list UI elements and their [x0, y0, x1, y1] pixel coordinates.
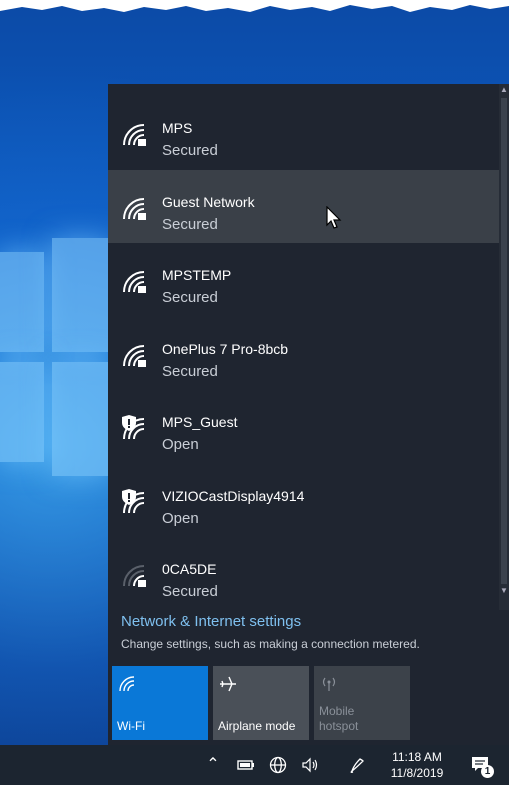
- wifi-secured-icon: [123, 345, 146, 367]
- quick-actions: Wi-Fi Airplane mode Mobile hotspot: [112, 666, 509, 740]
- wifi-label: Wi-Fi: [117, 719, 145, 733]
- network-status: Secured: [162, 142, 218, 159]
- network-name: VIZIOCastDisplay4914: [162, 488, 305, 504]
- wifi-weak-secured-icon: [123, 565, 146, 587]
- show-hidden-icons-icon[interactable]: ⌃: [203, 755, 223, 775]
- wifi-toggle-button[interactable]: Wi-Fi: [112, 666, 208, 740]
- mouse-cursor-icon: [326, 206, 342, 229]
- network-item[interactable]: Guest Network Secured: [108, 170, 499, 243]
- network-settings-description: Change settings, such as making a connec…: [121, 637, 420, 651]
- taskbar: ⌃ 11:18 AM 11/8/2019 1: [0, 745, 509, 785]
- network-item[interactable]: OnePlus 7 Pro-8bcb Secured: [108, 317, 499, 390]
- mobile-hotspot-label: Mobile hotspot: [319, 704, 359, 733]
- wifi-secured-icon: [123, 198, 146, 220]
- wifi-open-shield-icon: [122, 489, 145, 514]
- network-item[interactable]: MPS_Guest Open: [108, 390, 499, 463]
- network-name: OnePlus 7 Pro-8bcb: [162, 341, 289, 357]
- battery-icon[interactable]: [236, 755, 256, 775]
- mobile-hotspot-button[interactable]: Mobile hotspot: [314, 666, 410, 740]
- network-name: 0CA5DE: [162, 561, 217, 577]
- network-item[interactable]: 0CA5DE Secured: [108, 537, 499, 610]
- scrollbar[interactable]: ▲ ▼: [499, 84, 509, 610]
- scroll-down-icon[interactable]: ▼: [500, 587, 508, 595]
- scroll-up-icon[interactable]: ▲: [500, 86, 508, 94]
- wifi-icon: [119, 676, 135, 692]
- network-name: MPSTEMP: [162, 267, 232, 283]
- network-item[interactable]: VIZIOCastDisplay4914 Open: [108, 464, 499, 537]
- airplane-mode-button[interactable]: Airplane mode: [213, 666, 309, 740]
- network-status: Secured: [162, 583, 218, 600]
- network-name: MPS: [162, 120, 193, 136]
- wifi-secured-icon: [123, 271, 146, 293]
- network-item[interactable]: MPSTEMP Secured: [108, 243, 499, 316]
- pen-icon[interactable]: [348, 755, 368, 775]
- network-status: Open: [162, 436, 199, 453]
- volume-icon[interactable]: [300, 755, 320, 775]
- torn-edge: [0, 0, 509, 12]
- clock-time: 11:18 AM: [392, 750, 442, 764]
- network-name: Guest Network: [162, 194, 255, 210]
- network-flyout: MPS Secured Guest Network Secured MPSTEM…: [108, 84, 509, 745]
- network-list: MPS Secured Guest Network Secured MPSTEM…: [108, 84, 499, 610]
- network-item[interactable]: MPS Secured: [108, 96, 499, 169]
- globe-icon[interactable]: [268, 755, 288, 775]
- wifi-open-shield-icon: [122, 415, 145, 440]
- airplane-mode-label: Airplane mode: [218, 719, 296, 733]
- notification-count-badge: 1: [481, 765, 494, 778]
- network-status: Secured: [162, 363, 218, 380]
- windows-logo: [0, 230, 110, 500]
- wifi-secured-icon: [123, 124, 146, 146]
- airplane-icon: [220, 676, 236, 692]
- network-status: Secured: [162, 289, 218, 306]
- network-name: MPS_Guest: [162, 414, 238, 430]
- network-settings-link[interactable]: Network & Internet settings: [121, 613, 301, 630]
- clock[interactable]: 11:18 AM 11/8/2019: [380, 749, 454, 781]
- hotspot-icon: [322, 677, 336, 691]
- clock-date: 11/8/2019: [390, 766, 444, 780]
- network-status: Open: [162, 510, 199, 527]
- scroll-thumb[interactable]: [501, 98, 507, 584]
- network-status: Secured: [162, 216, 218, 233]
